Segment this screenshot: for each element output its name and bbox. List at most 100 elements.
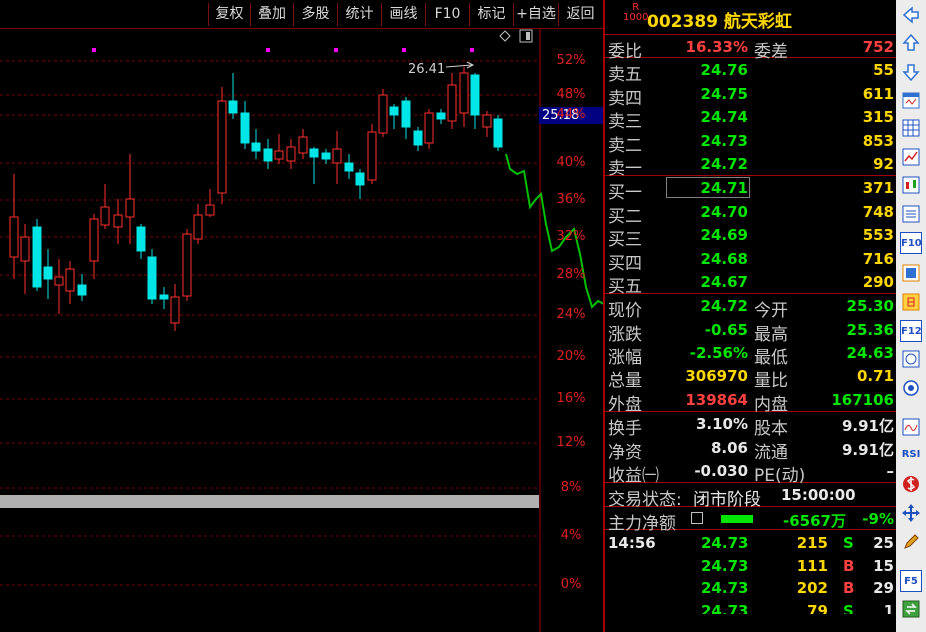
fund-row: 换手 3.10% 股本 9.91亿 [605, 412, 896, 439]
list-view-icon[interactable] [900, 203, 922, 225]
pencil-icon[interactable] [900, 531, 922, 553]
candlestick-icon[interactable] [900, 174, 922, 196]
tick-price: 24.73 [701, 556, 749, 575]
tick-list[interactable]: 14:56 24.73 215 S 25 24.73 111 B 15 24.7… [605, 530, 896, 614]
tick-count: 29 [873, 579, 894, 598]
bid-volume: 748 [862, 202, 894, 221]
bid-row[interactable]: 买五 24.67 290 [605, 270, 896, 297]
bid-price: 24.70 [700, 202, 748, 221]
y-tick: 20% [556, 349, 586, 364]
ask-row[interactable]: 卖二 24.73 853 [605, 129, 896, 156]
f10-button[interactable]: F10 [425, 3, 469, 26]
f10-info-button[interactable]: F10 [900, 232, 922, 254]
bid-volume: 371 [862, 179, 894, 198]
y-tick: 8% [560, 480, 582, 495]
statistics-button[interactable]: 统计 [337, 3, 381, 26]
stock-notes-icon[interactable] [900, 262, 922, 284]
kline-svg [0, 29, 603, 632]
dollar-icon[interactable] [900, 473, 922, 495]
arrow-down-icon[interactable] [900, 61, 922, 83]
quote-panel: R 1000 002389 航天彩虹 委比 16.33% 委差 752 卖五 24… [603, 0, 896, 632]
draw-line-button[interactable]: 画线 [381, 3, 425, 26]
add-watchlist-button[interactable]: +自选 [513, 3, 558, 26]
fund-value: 9.91亿 [841, 417, 894, 436]
y-tick: 12% [556, 435, 586, 450]
restore-rights-button[interactable]: 复权 [208, 3, 250, 26]
flow-bar [721, 514, 753, 523]
fund-value: 3.10% [695, 415, 748, 434]
f5-toggle-button[interactable]: F5 [900, 570, 922, 592]
tick-count: 15 [873, 556, 894, 575]
ask-row[interactable]: 卖一 24.72 92 [605, 152, 896, 179]
main-flow-label: 主力净额 [608, 513, 676, 534]
y-tick: 32% [556, 229, 586, 244]
tick-row: 24.73 111 B 15 [605, 555, 896, 578]
ask-price: 24.72 [700, 154, 748, 173]
ask-row[interactable]: 卖四 24.75 611 [605, 82, 896, 109]
ask-volume: 55 [873, 61, 894, 80]
stat-row: 现价 24.72 今开 25.30 [605, 294, 896, 321]
stat-value: 167106 [831, 390, 894, 409]
ask-price: 24.74 [700, 108, 748, 127]
bid-row[interactable]: 买一 24.71 371 [605, 176, 896, 203]
indicator-icon[interactable] [900, 416, 922, 438]
bid-row[interactable]: 买三 24.69 553 [605, 223, 896, 250]
list-icon [691, 511, 703, 524]
stock-code-name[interactable]: 002389 航天彩虹 [647, 7, 792, 32]
tick-count: 25 [873, 534, 894, 553]
overlay-button[interactable]: 叠加 [250, 3, 293, 26]
diamond-icon[interactable] [498, 29, 512, 43]
tick-side: B [843, 579, 855, 598]
tick-row: 24.73 79 S 1 [605, 600, 896, 614]
bid-row[interactable]: 买四 24.68 716 [605, 247, 896, 274]
bid-price: 24.69 [700, 226, 748, 245]
switch-icon[interactable] [900, 598, 922, 620]
fund-label: PE(动) [754, 466, 806, 487]
y-tick: 28% [556, 267, 586, 282]
fund-row: 净资 8.06 流通 9.91亿 [605, 436, 896, 463]
mark-button[interactable]: 标记 [469, 3, 513, 26]
ask-row[interactable]: 卖五 24.76 55 [605, 58, 896, 85]
ask-row[interactable]: 卖三 24.74 315 [605, 105, 896, 132]
main-flow-row[interactable]: 主力净额 -6567万 -9% [605, 507, 896, 534]
kline-chart[interactable]: 26.41 25.18 52% 48% 44% 40% 36% 32% 28% … [0, 29, 603, 632]
refresh-icon[interactable] [900, 377, 922, 399]
stat-value: 0.71 [856, 367, 894, 386]
back-button[interactable]: 返回 [558, 3, 602, 26]
self-select-icon[interactable] [900, 291, 922, 313]
tick-price: 24.73 [701, 579, 749, 598]
ask-volume: 853 [862, 131, 894, 150]
tick-time: 14:56 [608, 534, 656, 553]
arrow-left-icon[interactable] [900, 4, 922, 26]
window-toggle-icon[interactable] [519, 29, 533, 43]
tick-side: B [843, 556, 855, 575]
bid-book: 买一 24.71 371 买二 24.70 748 买三 24.69 553 买四 24.68… [605, 176, 896, 297]
ask-price: 24.76 [700, 61, 748, 80]
line-chart-icon[interactable] [900, 146, 922, 168]
y-tick: 44% [556, 107, 586, 122]
news-icon[interactable] [900, 348, 922, 370]
tick-price: 24.73 [701, 601, 749, 614]
stat-row: 外盘 139864 内盘 167106 [605, 388, 896, 415]
tick-price: 24.73 [701, 534, 749, 553]
grid-report-icon[interactable] [900, 117, 922, 139]
stat-row: 涨跌 -0.65 最高 25.36 [605, 318, 896, 345]
order-ratio-row: 委比 16.33% 委差 752 [605, 35, 896, 62]
rsi-indicator-button[interactable]: RSI [900, 444, 922, 466]
fund-value: – [886, 462, 895, 481]
move-arrows-icon[interactable] [900, 502, 922, 524]
bid-volume: 716 [862, 249, 894, 268]
bid-row[interactable]: 买二 24.70 748 [605, 200, 896, 227]
calendar-icon[interactable] [900, 89, 922, 111]
tool-strip: F10 F12 RSI F5 [896, 0, 926, 632]
tick-side: S [843, 534, 854, 553]
arrow-up-icon[interactable] [900, 32, 922, 54]
f12-trade-button[interactable]: F12 [900, 320, 922, 342]
multi-stock-button[interactable]: 多股 [293, 3, 337, 26]
y-tick: 52% [556, 53, 586, 68]
tick-side: S [843, 601, 854, 614]
y-tick: 48% [556, 87, 586, 102]
bid-price: 24.67 [700, 272, 748, 291]
tick-count: 1 [883, 601, 894, 614]
y-tick: 16% [556, 391, 586, 406]
